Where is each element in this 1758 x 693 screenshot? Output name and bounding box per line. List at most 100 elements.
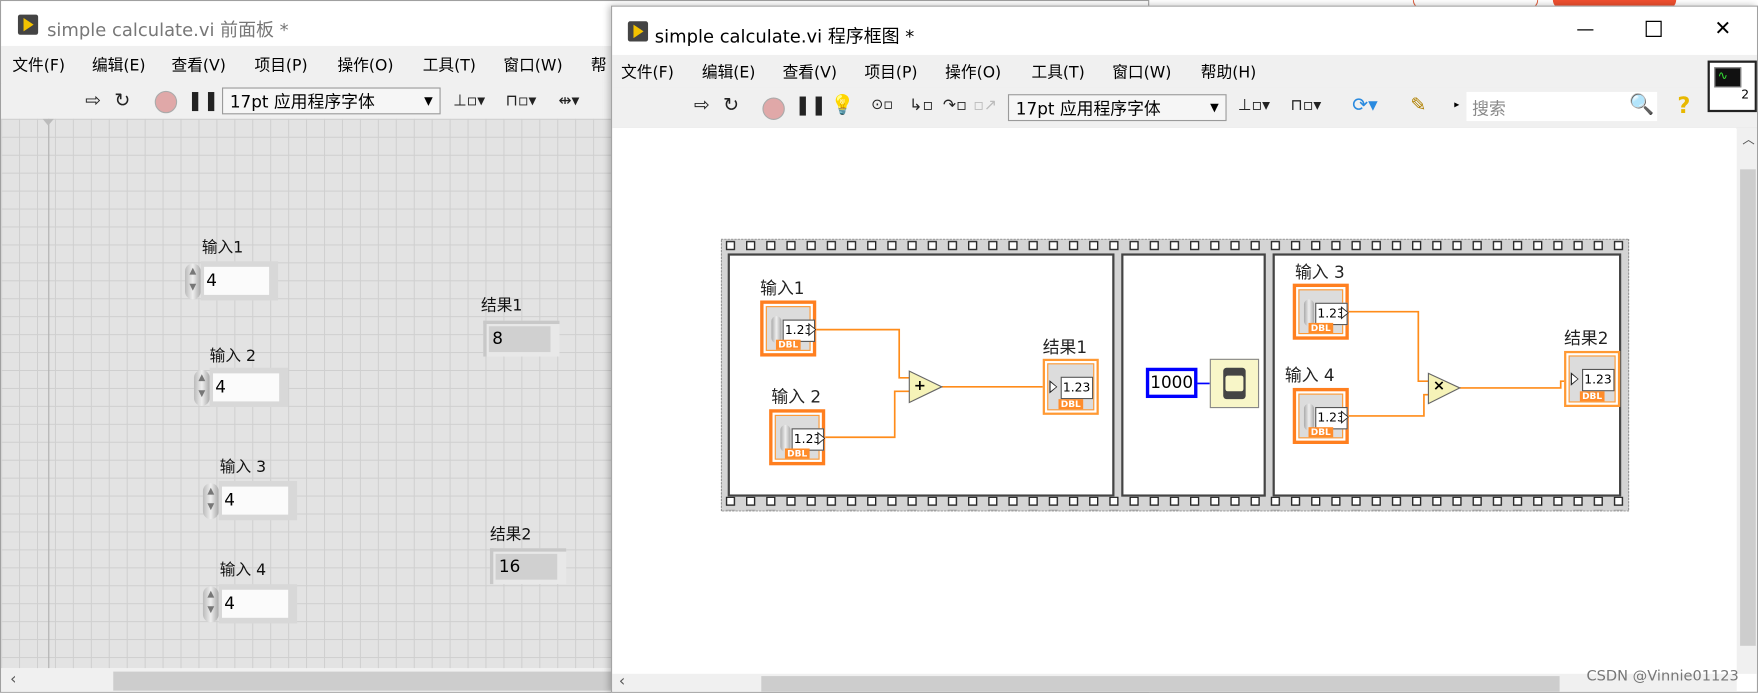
numeric-control-input1[interactable]: ▲ ▼ 4 — [184, 261, 279, 301]
menu-view[interactable]: 查看(V) — [783, 61, 837, 83]
numeric-constant[interactable]: 1000 — [1145, 367, 1198, 399]
numeric-value[interactable]: 4 — [221, 486, 289, 515]
add-symbol: + — [913, 377, 927, 395]
menu-view[interactable]: 查看(V) — [172, 54, 226, 76]
menu-tools[interactable]: 工具(T) — [1032, 61, 1085, 83]
distribute-objects-icon[interactable]: ⊓▫▾ — [1291, 94, 1322, 116]
window-title: simple calculate.vi 前面板 * — [47, 19, 289, 41]
pause-icon[interactable]: ❚❚ — [187, 90, 219, 112]
menu-edit[interactable]: 编辑(E) — [702, 61, 756, 83]
indicator-terminal-result2[interactable]: 1.23 DBL — [1564, 350, 1621, 407]
indicator-label: 结果1 — [480, 297, 523, 316]
numeric-control-input4[interactable]: ▲ ▼ 4 — [202, 584, 298, 624]
numeric-control-input3[interactable]: ▲ ▼ 4 — [202, 480, 298, 521]
control-terminal-input1[interactable]: 1.23 DBL — [760, 300, 817, 357]
menu-edit[interactable]: 编辑(E) — [92, 54, 146, 76]
menu-operate[interactable]: 操作(O) — [945, 61, 1001, 83]
step-into-icon[interactable]: ↳▫ — [909, 94, 933, 116]
watermark: CSDN @Vinnie01123 — [1586, 668, 1739, 686]
horizontal-scrollbar[interactable]: ‹ — [1, 668, 613, 692]
vi-icon[interactable]: ∿ 2 — [1707, 60, 1757, 113]
clean-up-diagram-icon[interactable]: ✎ — [1410, 94, 1426, 116]
scrollbar-thumb[interactable] — [761, 676, 1560, 692]
waveform-glyph: ∿ — [1717, 68, 1729, 83]
numeric-value[interactable]: 4 — [221, 589, 289, 618]
watch-icon — [1223, 367, 1246, 400]
search-icon[interactable]: 🔍 — [1629, 93, 1654, 117]
terminal-label: 结果2 — [1564, 328, 1609, 349]
front-panel-canvas[interactable] — [1, 118, 613, 669]
step-over-icon[interactable]: ↷▫ — [943, 94, 967, 116]
menu-file[interactable]: 文件(F) — [12, 54, 65, 76]
menu-operate[interactable]: 操作(O) — [337, 54, 393, 76]
resize-objects-icon[interactable]: ⇹▾ — [558, 90, 579, 112]
font-select[interactable]: 17pt 应用程序字体 ▼ — [221, 87, 441, 115]
menu-help[interactable]: 帮助(H) — [1201, 61, 1256, 83]
scroll-left-icon[interactable]: ‹ — [10, 670, 16, 688]
labview-icon — [627, 21, 649, 42]
scroll-up-icon[interactable]: ︿ — [1742, 130, 1754, 148]
pause-icon[interactable]: ❚❚ — [795, 94, 827, 116]
font-select-value: 17pt 应用程序字体 — [229, 91, 375, 113]
type-label: DBL — [1308, 427, 1334, 438]
menu-window[interactable]: 窗口(W) — [503, 54, 562, 76]
menu-file[interactable]: 文件(F) — [621, 61, 674, 83]
type-label: DBL — [1058, 399, 1083, 410]
terminal-label: 结果1 — [1042, 337, 1088, 358]
retain-wire-values-icon[interactable]: ⊙▫ — [871, 94, 893, 116]
origin-line — [48, 118, 50, 669]
horizontal-scrollbar[interactable]: ‹ — [612, 673, 1737, 692]
wait-ms-function[interactable] — [1209, 358, 1260, 409]
step-out-icon[interactable]: ▫↗ — [973, 94, 997, 116]
run-arrow-icon[interactable]: ⇨ — [694, 94, 710, 116]
reorder-icon[interactable]: ⟳▾ — [1352, 94, 1378, 116]
control-terminal-input4[interactable]: 1.23 DBL — [1292, 387, 1349, 444]
distribute-objects-icon[interactable]: ⊓▫▾ — [506, 90, 537, 112]
type-label: DBL — [775, 339, 801, 350]
control-label: 输入1 — [201, 238, 244, 257]
indicator-value: 8 — [488, 326, 551, 353]
run-arrow-icon[interactable]: ⇨ — [85, 90, 101, 112]
increment-decrement-icon[interactable]: ▲ ▼ — [184, 263, 201, 300]
maximize-button[interactable]: ☐ — [1644, 16, 1664, 43]
labview-icon — [17, 14, 39, 35]
scrollbar-thumb[interactable] — [1740, 169, 1756, 646]
scroll-left-icon[interactable]: ‹ — [619, 673, 625, 691]
font-select-value: 17pt 应用程序字体 — [1015, 98, 1161, 119]
minimize-button[interactable]: — — [1576, 18, 1594, 39]
numeric-value[interactable]: 4 — [204, 266, 270, 295]
numeric-value[interactable]: 4 — [213, 373, 280, 402]
increment-decrement-icon[interactable]: ▲ ▼ — [193, 369, 210, 406]
vertical-scrollbar[interactable]: ︿ — [1736, 127, 1757, 674]
increment-decrement-icon[interactable]: ▲ ▼ — [202, 586, 219, 623]
menu-tools[interactable]: 工具(T) — [423, 54, 476, 76]
input-arrow-icon — [1570, 372, 1579, 386]
search-input[interactable]: 搜索 🔍 — [1466, 91, 1658, 122]
numeric-control-input2[interactable]: ▲ ▼ 4 — [193, 367, 289, 407]
block-diagram-titlebar[interactable]: simple calculate.vi 程序框图 * — ☐ ✕ — [612, 6, 1757, 55]
align-objects-icon[interactable]: ⊥▫▾ — [1238, 94, 1270, 116]
control-terminal-input3[interactable]: 1.23 DBL — [1292, 283, 1349, 340]
menu-window[interactable]: 窗口(W) — [1112, 61, 1171, 83]
scrollbar-thumb[interactable] — [113, 671, 613, 691]
abort-icon[interactable] — [154, 90, 178, 114]
help-button[interactable]: ? — [1677, 94, 1690, 116]
abort-icon[interactable] — [762, 97, 785, 120]
output-arrow-icon — [1340, 306, 1349, 320]
menu-project[interactable]: 项目(P) — [864, 61, 917, 83]
terminal-label: 输入 3 — [1294, 262, 1345, 283]
menu-project[interactable]: 项目(P) — [255, 54, 308, 76]
align-objects-icon[interactable]: ⊥▫▾ — [453, 90, 485, 112]
indicator-terminal-result1[interactable]: 1.23 DBL — [1042, 358, 1099, 415]
highlight-execution-icon[interactable]: 💡 — [831, 94, 855, 116]
type-label: DBL — [1308, 322, 1334, 333]
terminal-label: 输入1 — [760, 278, 805, 299]
run-continuously-icon[interactable]: ↻ — [114, 90, 130, 112]
run-continuously-icon[interactable]: ↻ — [723, 94, 739, 116]
menu-help[interactable]: 帮 — [591, 54, 607, 76]
control-terminal-input2[interactable]: 1.23 DBL — [769, 409, 826, 466]
font-select[interactable]: 17pt 应用程序字体 ▼ — [1007, 94, 1227, 122]
close-button[interactable]: ✕ — [1714, 17, 1731, 41]
collapse-icon[interactable]: ▸ — [1454, 100, 1459, 111]
increment-decrement-icon[interactable]: ▲ ▼ — [202, 483, 219, 520]
